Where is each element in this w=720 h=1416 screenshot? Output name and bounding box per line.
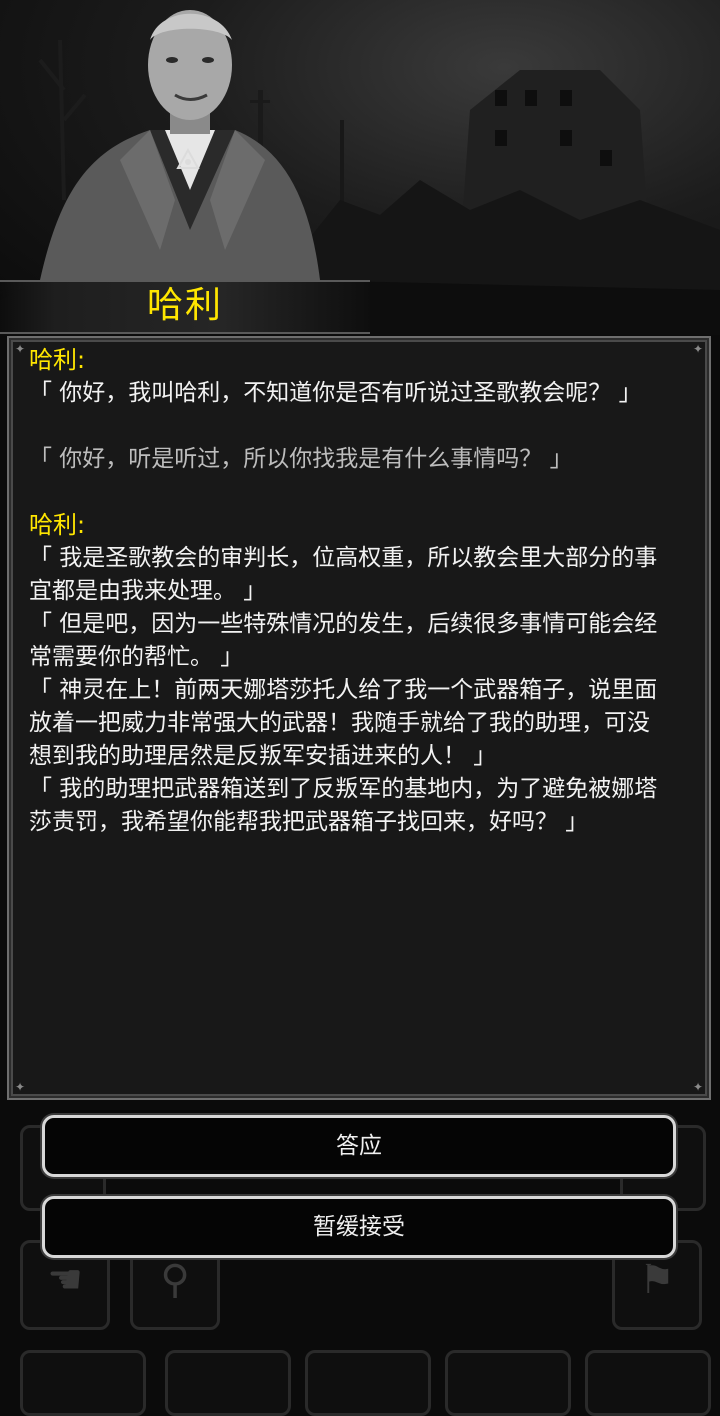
corner-ornament-icon: ✦ [14,342,26,356]
speaker-label: 哈利: [29,511,86,539]
dialog-line: 「 我是圣歌教会的审判长，位高权重，所以教会里大部分的事 [29,545,658,571]
walk-icon: ⚲ [160,1257,190,1303]
dialog-line: 常需要你的帮忙。 」 [29,644,244,670]
hud-slot [585,1350,711,1416]
dialog-line: 莎责罚，我希望你能帮我把武器箱子找回来，好吗？ 」 [29,809,589,835]
dialog-line: 放着一把威力非常强大的武器！我随手就给了我的助理，可没 [29,710,650,736]
map-icon: ⚑ [639,1257,675,1303]
dialog-line: 「 我的助理把武器箱送到了反叛军的基地内，为了避免被娜塔 [29,776,658,802]
npc-name: 哈利 [146,285,223,326]
defer-button[interactable]: 暂缓接受 [42,1196,676,1258]
speaker-label: 哈利: [29,346,86,374]
dialog-line: 宜都是由我来处理。 」 [29,578,267,604]
corner-ornament-icon: ✦ [692,1080,704,1094]
hud-slot [165,1350,291,1416]
dialog-line: 想到我的助理居然是反叛军安插进来的人！ 」 [29,743,497,769]
hud-slot [445,1350,571,1416]
dialog-line: 「 但是吧，因为一些特殊情况的发生，后续很多事情可能会经 [29,611,658,637]
hud-slot [305,1350,431,1416]
corner-ornament-icon: ✦ [692,342,704,356]
dialog-line: 「 神灵在上！前两天娜塔莎托人给了我一个武器箱子，说里面 [29,677,658,703]
corner-ornament-icon: ✦ [14,1080,26,1094]
accept-button[interactable]: 答应 [42,1115,676,1177]
player-reply: 「 你好，听是听过，所以你找我是有什么事情吗？ 」 [29,446,573,472]
hand-icon: ☚ [47,1257,83,1303]
dialog-panel: ✦ ✦ ✦ ✦ 哈利: 「 你好，我叫哈利，不知道你是否有听说过圣歌教会呢？ 」… [7,336,711,1100]
dialog-line: 「 你好，我叫哈利，不知道你是否有听说过圣歌教会呢？ 」 [29,380,642,406]
dialog-text: 哈利: 「 你好，我叫哈利，不知道你是否有听说过圣歌教会呢？ 」 「 你好，听是… [29,344,691,839]
hud-slot [20,1350,146,1416]
